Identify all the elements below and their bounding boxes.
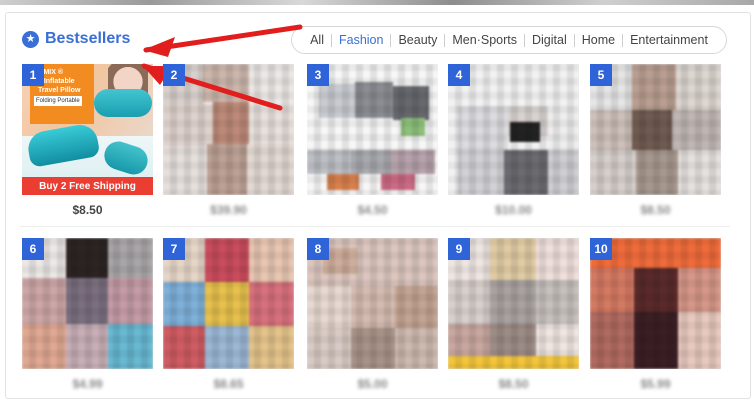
- product-image[interactable]: 10: [590, 238, 721, 369]
- product-price: $5.00: [357, 377, 388, 391]
- product-image[interactable]: 5: [590, 64, 721, 195]
- product-image[interactable]: 2: [163, 64, 294, 195]
- neck-pillow: [94, 89, 152, 117]
- product-card-1[interactable]: OMIX ® s Inflatable Travel Pillow Foldin…: [22, 64, 153, 217]
- tab-digital[interactable]: Digital: [525, 33, 574, 47]
- product-card-8[interactable]: 8 $5.00: [307, 238, 438, 391]
- brand-line2: Travel Pillow: [38, 87, 81, 94]
- product-price: $39.90: [210, 203, 247, 217]
- rank-badge: 4: [448, 64, 470, 86]
- tab-all[interactable]: All: [303, 33, 331, 47]
- rank-badge: 2: [163, 64, 185, 86]
- row-divider: [20, 226, 730, 227]
- product-price: $8.50: [498, 377, 529, 391]
- product-price: $10.00: [495, 203, 532, 217]
- product-image[interactable]: OMIX ® s Inflatable Travel Pillow Foldin…: [22, 64, 153, 195]
- product-image[interactable]: 3: [307, 64, 438, 195]
- product-image[interactable]: 8: [307, 238, 438, 369]
- section-header: ★ Bestsellers: [22, 30, 130, 48]
- rank-badge: 9: [448, 238, 470, 260]
- rank-badge: 5: [590, 64, 612, 86]
- product-image[interactable]: 4: [448, 64, 579, 195]
- product-image[interactable]: 6: [22, 238, 153, 369]
- section-title: Bestsellers: [45, 30, 131, 47]
- tab-home[interactable]: Home: [575, 33, 622, 47]
- product-card-6[interactable]: 6 $4.99: [22, 238, 153, 391]
- rank-badge: 1: [22, 64, 44, 86]
- category-tabs: All Fashion Beauty Men·Sports Digital Ho…: [291, 26, 727, 54]
- rank-badge: 3: [307, 64, 329, 86]
- product-card-9[interactable]: 9 $8.50: [448, 238, 579, 391]
- promo-bar: Buy 2 Free Shipping: [22, 177, 153, 195]
- rank-badge: 6: [22, 238, 44, 260]
- product-price: $4.99: [72, 377, 103, 391]
- star-icon: ★: [22, 30, 39, 48]
- product-card-7[interactable]: 7 $8.65: [163, 238, 294, 391]
- product-price: $8.65: [213, 377, 244, 391]
- product-card-4[interactable]: 4 $10.00: [448, 64, 579, 217]
- product-card-10[interactable]: 10 $5.99: [590, 238, 721, 391]
- product-price: $5.99: [640, 377, 671, 391]
- top-strip: [0, 0, 754, 5]
- tab-men-sports[interactable]: Men·Sports: [445, 33, 524, 47]
- tab-fashion[interactable]: Fashion: [332, 33, 390, 47]
- folding-label: Folding Portable: [34, 96, 82, 106]
- rank-badge: 8: [307, 238, 329, 260]
- rank-badge: 7: [163, 238, 185, 260]
- brand-name: OMIX ®: [38, 69, 63, 76]
- product-card-5[interactable]: 5 $8.50: [590, 64, 721, 217]
- product-image[interactable]: 9: [448, 238, 579, 369]
- rank-badge: 10: [590, 238, 612, 260]
- product-image[interactable]: 7: [163, 238, 294, 369]
- product-card-2[interactable]: 2 $39.90: [163, 64, 294, 217]
- tab-beauty[interactable]: Beauty: [391, 33, 444, 47]
- product-price: $8.50: [72, 203, 103, 217]
- product-price: $4.50: [357, 203, 388, 217]
- tab-entertainment[interactable]: Entertainment: [623, 33, 715, 47]
- product-price: $8.50: [640, 203, 671, 217]
- product-card-3[interactable]: 3 $4.50: [307, 64, 438, 217]
- brand-text: OMIX ® s Inflatable Travel Pillow: [38, 68, 80, 95]
- brand-line1: s Inflatable: [38, 78, 75, 85]
